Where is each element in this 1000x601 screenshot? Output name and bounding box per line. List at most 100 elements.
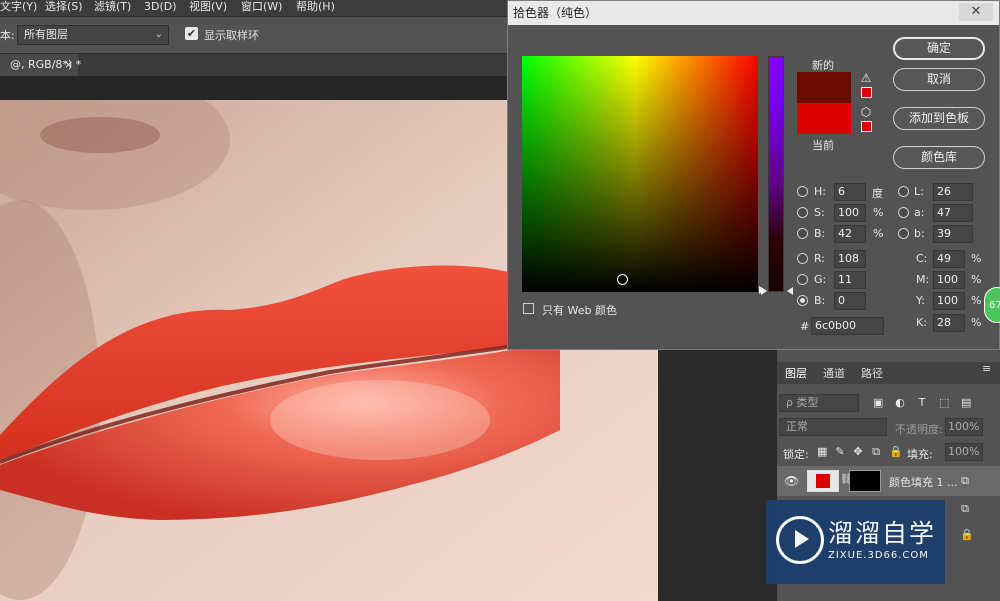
y-field[interactable]: 100	[933, 292, 965, 310]
g-radio[interactable]	[797, 274, 808, 285]
b-hsb-field[interactable]: 42	[834, 225, 866, 243]
lock-transparent-icon[interactable]: ▦	[817, 446, 827, 457]
ok-button[interactable]: 确定	[893, 37, 985, 60]
menu-3d[interactable]: 3D(D)	[144, 0, 177, 16]
layer-name[interactable]: 颜色填充 1 ...	[889, 474, 957, 490]
show-ring-label: 显示取样环	[204, 29, 259, 42]
lock-artboard-icon[interactable]: ⧉	[871, 446, 881, 457]
document-tab[interactable]: @, RGB/8*) * ×	[0, 54, 81, 76]
blend-mode-select[interactable]: 正常	[779, 418, 887, 436]
current-color-label: 当前	[812, 139, 834, 152]
lock-position-icon[interactable]: ✥	[853, 446, 863, 457]
g-label: G:	[814, 273, 827, 286]
hex-hash-label: #	[800, 320, 810, 333]
show-ring-checkbox[interactable]: ✔	[185, 27, 198, 40]
web-safe-cube-icon[interactable]: ⬡	[860, 106, 872, 118]
b-rgb-label: B:	[814, 294, 826, 307]
cancel-button[interactable]: 取消	[893, 68, 985, 91]
tab-layers[interactable]: 图层	[785, 365, 807, 381]
menu-help[interactable]: 帮助(H)	[296, 0, 335, 16]
watermark-subtitle: ZIXUE.3D66.COM	[828, 550, 929, 561]
hue-slider[interactable]	[768, 56, 784, 292]
shape-filter-icon[interactable]: ⬚	[939, 397, 949, 408]
a-radio[interactable]	[898, 207, 909, 218]
c-field[interactable]: 49	[933, 250, 965, 268]
sample-layers-value: 所有图层	[24, 28, 68, 41]
a-field[interactable]: 47	[933, 204, 973, 222]
hue-slider-left-arrow-icon[interactable]	[761, 287, 767, 295]
layer-badge-icon: ⧉	[961, 502, 969, 515]
color-field-cursor[interactable]	[617, 274, 628, 285]
eye-icon[interactable]: 👁	[784, 474, 799, 488]
b-lab-field[interactable]: 39	[933, 225, 973, 243]
layer-mask-thumbnail[interactable]	[849, 470, 881, 492]
lock-label: 锁定:	[783, 448, 809, 461]
layer-kind-filter[interactable]: ρ 类型	[779, 394, 859, 412]
adjustment-filter-icon[interactable]: ◐	[895, 397, 905, 408]
r-label: R:	[814, 252, 826, 265]
layer-row[interactable]: 👁 ⛓ 颜色填充 1 ... ⧉	[777, 466, 1000, 496]
floating-badge[interactable]: 67	[984, 287, 1000, 323]
fill-label: 填充:	[907, 448, 933, 461]
hue-slider-right-arrow-icon[interactable]	[787, 287, 793, 295]
out-of-gamut-warning-icon[interactable]: ⚠	[860, 72, 872, 84]
menu-view[interactable]: 视图(V)	[189, 0, 227, 16]
s-label: S:	[814, 206, 825, 219]
percent-unit: %	[873, 206, 884, 219]
fill-field[interactable]: 100%	[945, 443, 983, 461]
b-lab-label: b:	[914, 227, 925, 240]
lock-all-icon[interactable]: 🔒	[889, 446, 903, 457]
l-field[interactable]: 26	[933, 183, 973, 201]
sample-layers-select[interactable]: 所有图层 ⌄	[17, 25, 169, 45]
a-label: a:	[914, 206, 925, 219]
lock-pixels-icon[interactable]: ✎	[835, 446, 845, 457]
s-radio[interactable]	[797, 207, 808, 218]
percent-unit: %	[971, 316, 982, 329]
menu-window[interactable]: 窗口(W)	[241, 0, 282, 16]
l-label: L:	[914, 185, 924, 198]
color-field[interactable]	[522, 56, 758, 292]
k-label: K:	[916, 316, 927, 329]
color-fill-thumbnail[interactable]	[807, 470, 839, 492]
menu-type[interactable]: 文字(Y)	[0, 0, 37, 16]
add-to-swatches-button[interactable]: 添加到色板	[893, 107, 985, 130]
m-label: M:	[916, 273, 930, 286]
menu-select[interactable]: 选择(S)	[45, 0, 83, 16]
gamut-swatch[interactable]	[861, 87, 872, 98]
b-rgb-field[interactable]: 0	[834, 292, 866, 310]
b-rgb-radio[interactable]	[797, 295, 808, 306]
pixel-filter-icon[interactable]: ▣	[873, 397, 883, 408]
hex-field[interactable]: 6c0b00	[811, 317, 884, 335]
color-libraries-button[interactable]: 颜色库	[893, 146, 985, 169]
chevron-down-icon: ⌄	[154, 29, 163, 40]
web-safe-swatch[interactable]	[861, 121, 872, 132]
s-field[interactable]: 100	[834, 204, 866, 222]
percent-unit: %	[873, 227, 884, 240]
lock-icon: 🔒	[960, 528, 974, 541]
r-radio[interactable]	[797, 253, 808, 264]
l-radio[interactable]	[898, 186, 909, 197]
close-tab-icon[interactable]: ×	[64, 54, 73, 76]
b-hsb-radio[interactable]	[797, 228, 808, 239]
close-button[interactable]: ✕	[959, 3, 993, 21]
web-only-label: 只有 Web 颜色	[542, 304, 617, 317]
r-field[interactable]: 108	[834, 250, 866, 268]
m-field[interactable]: 100	[933, 271, 965, 289]
degree-unit: 度	[872, 187, 883, 200]
c-label: C:	[916, 252, 928, 265]
menu-filter[interactable]: 滤镜(T)	[94, 0, 131, 16]
tab-channels[interactable]: 通道	[823, 365, 845, 381]
h-field[interactable]: 6	[834, 183, 866, 201]
panel-menu-icon[interactable]: ≡	[982, 362, 991, 375]
current-color-swatch[interactable]	[797, 103, 851, 134]
opacity-field[interactable]: 100%	[945, 418, 983, 436]
tab-paths[interactable]: 路径	[861, 365, 883, 381]
h-radio[interactable]	[797, 186, 808, 197]
k-field[interactable]: 28	[933, 314, 965, 332]
web-only-checkbox[interactable]	[523, 303, 534, 314]
y-label: Y:	[916, 294, 925, 307]
smart-object-filter-icon[interactable]: ▤	[961, 397, 971, 408]
b-lab-radio[interactable]	[898, 228, 909, 239]
g-field[interactable]: 11	[834, 271, 866, 289]
type-filter-icon[interactable]: T	[917, 397, 927, 408]
